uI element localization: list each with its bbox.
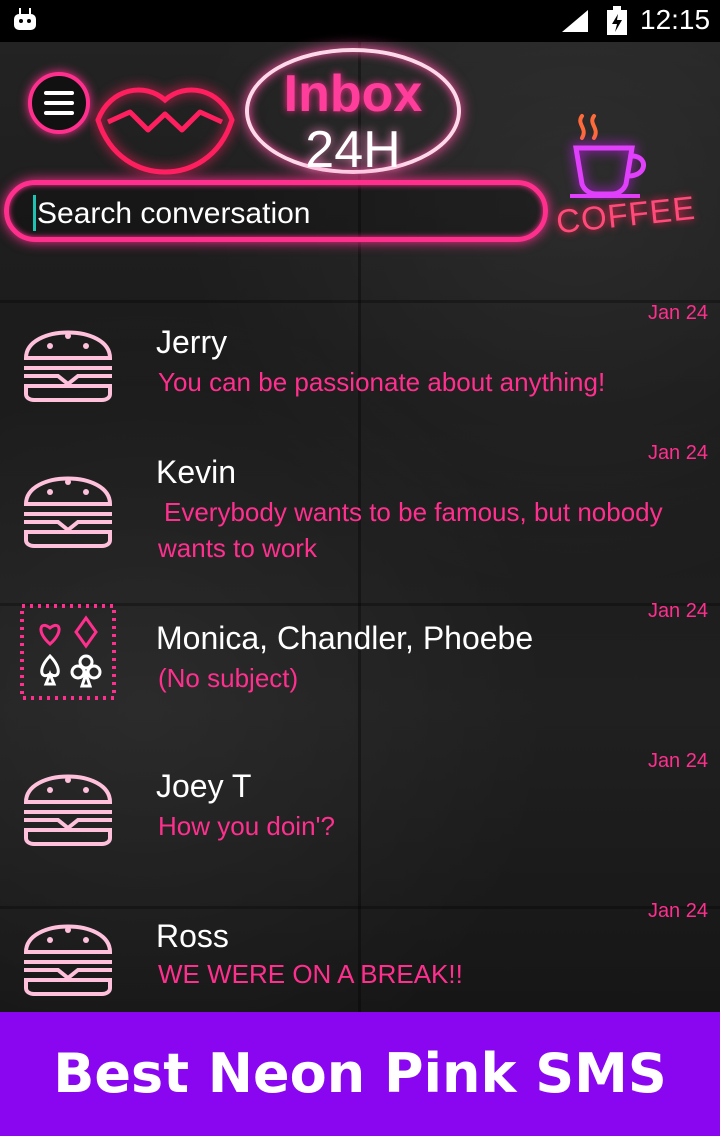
contact-name: Jerry [156,324,228,360]
conversation-item[interactable]: Joey T How you doin'? Jan 24 [0,746,720,886]
message-date: Jan 24 [647,900,708,922]
message-preview: How you doin'? [158,811,335,841]
burger-icon [23,924,113,996]
conversation-item[interactable]: Kevin Everybody wants to be famous, but … [0,436,720,576]
burger-icon [23,476,113,548]
status-bar: 12:15 [0,0,720,42]
sign-subtitle: 24H [305,121,401,179]
message-date: Jan 24 [647,442,708,464]
battery-icon [607,6,627,35]
neon-lips-icon [95,87,235,175]
message-date: Jan 24 [647,750,708,772]
message-date: Jan 24 [647,302,708,324]
message-preview: WE WERE ON A BREAK!! [158,959,463,989]
message-date: Jan 24 [647,600,708,622]
search-input[interactable]: Search conversation [4,180,548,242]
menu-icon-line [44,101,74,105]
contact-name: Joey T [156,768,252,804]
search-placeholder: Search conversation [37,197,311,230]
signal-icon [562,10,588,32]
burger-icon [23,774,113,846]
status-time: 12:15 [640,4,711,35]
sign-title: Inbox [283,65,423,123]
menu-icon-line [44,111,74,115]
message-preview: You can be passionate about anything! [158,367,606,397]
menu-icon-line [44,91,74,95]
banner-text: Best Neon Pink SMS [53,1042,667,1105]
text-caret [33,195,36,231]
contact-name: Ross [156,918,229,954]
coffee-cup-icon [570,114,646,198]
conversation-item[interactable]: Jerry You can be passionate about anythi… [0,296,720,436]
message-preview: (No subject) [158,663,299,693]
inbox-24h-sign: Inbox 24H [245,48,461,178]
contact-name: Monica, Chandler, Phoebe [156,620,534,656]
contact-name: Kevin [156,454,237,490]
android-icon [14,8,36,30]
burger-icon [23,330,113,402]
conversation-item[interactable]: Monica, Chandler, Phoebe (No subject) Ja… [0,596,720,736]
menu-button[interactable] [28,72,90,134]
card-suits-icon [20,604,116,700]
message-preview: Everybody wants to be famous, but nobody… [158,497,663,563]
promo-banner: Best Neon Pink SMS [0,1012,720,1136]
